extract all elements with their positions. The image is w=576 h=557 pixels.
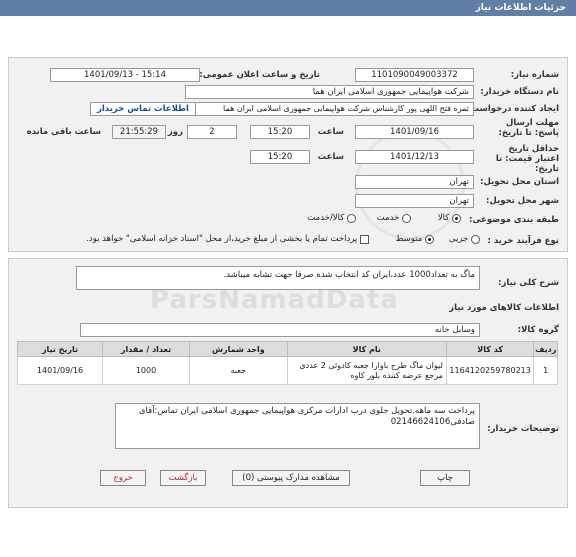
col-unit: واحد شمارش: [189, 341, 288, 357]
payment-option[interactable]: پرداخت تمام یا بخشی از مبلغ خرید،از محل …: [86, 234, 369, 245]
announce-datetime-field: 1401/09/13 - 15:14: [50, 68, 200, 82]
category-goods-service-label: کالا/خدمت: [307, 213, 345, 223]
category-goods-service-radio[interactable]: [347, 213, 356, 223]
deadline-date-field: 1401/09/16: [355, 125, 474, 139]
validity-time-field: 15:20: [250, 150, 310, 164]
exit-button[interactable]: خروج: [100, 470, 146, 486]
category-option-goods[interactable]: کالا: [438, 213, 461, 224]
days-remaining-field: 2: [187, 125, 237, 139]
category-goods-radio[interactable]: [452, 213, 461, 223]
goods-table-wrapper: ردیف کد کالا نام کالا واحد شمارش تعداد /…: [17, 341, 558, 385]
city-label: شهر محل تحویل:: [486, 196, 559, 206]
category-option-service[interactable]: خدمت: [377, 213, 411, 224]
process-option-medium[interactable]: متوسط: [396, 234, 434, 245]
deadline-time-word: ساعت: [317, 127, 344, 137]
print-button[interactable]: چاپ: [420, 470, 470, 486]
goods-table: ردیف کد کالا نام کالا واحد شمارش تعداد /…: [17, 341, 558, 385]
buyer-contact-link[interactable]: اطلاعات تماس خریدار: [90, 102, 196, 116]
col-name: نام کالا: [286, 341, 447, 357]
category-service-label: خدمت: [376, 213, 400, 223]
col-row: ردیف: [533, 341, 558, 357]
remaining-time-label: ساعت باقی مانده: [26, 127, 101, 137]
process-minor-label: جزیی: [448, 234, 469, 244]
validity-label: حداقل تاریخ اعتبار قیمت: تا تاریخ:: [495, 144, 559, 174]
cell-unit: جعبه: [189, 356, 288, 385]
cell-name: لیوان ماگ طرح باوارا جعبه کادوئی 2 عددی …: [286, 356, 447, 385]
remaining-time-field: 21:55:29: [112, 125, 166, 139]
col-qty: تعداد / مقدار: [101, 341, 191, 357]
process-option-minor[interactable]: جزیی: [449, 234, 480, 245]
process-medium-radio[interactable]: [425, 234, 434, 244]
cell-code: 1164120259780213: [445, 356, 535, 385]
need-number-field: 1101090049003372: [355, 68, 474, 82]
requester-field: ثمره فتح اللهی پور کارشناس شرکت هواپیمای…: [185, 102, 474, 116]
province-label: استان محل تحویل:: [480, 177, 559, 187]
buyer-notes-field: پرداخت سه ماهه.تحویل جلوی درب ادارات مرک…: [115, 403, 480, 449]
need-number-label: شماره نیاز:: [510, 70, 559, 80]
process-label: نوع فرآیند خرید :: [487, 236, 559, 246]
buyer-org-field: شرکت هواپیمایی جمهوری اسلامی ایران هما: [185, 85, 474, 99]
col-code: کد کالا: [445, 341, 535, 357]
payment-checkbox[interactable]: [360, 234, 369, 244]
validity-time-word: ساعت: [317, 152, 344, 162]
cell-date: 1401/09/16: [17, 356, 103, 385]
goods-table-header: ردیف کد کالا نام کالا واحد شمارش تعداد /…: [17, 341, 558, 357]
goods-section-title: اطلاعات کالاهای مورد نیاز: [449, 303, 559, 313]
goods-group-field: وسایل خانه: [80, 323, 480, 337]
category-service-radio[interactable]: [402, 213, 411, 223]
category-label: طبقه بندی موضوعی:: [469, 215, 559, 225]
attachments-button[interactable]: مشاهده مدارک پیوستی (0): [232, 470, 350, 486]
city-field: تهران: [355, 194, 474, 208]
buyer-notes-label: توضیحات خریدار:: [487, 424, 559, 434]
announce-label: تاریخ و ساعت اعلان عمومی:: [199, 70, 320, 80]
requester-label: ایجاد کننده درخواست:: [467, 104, 559, 114]
cell-qty: 1000: [101, 356, 191, 385]
payment-note: پرداخت تمام یا بخشی از مبلغ خرید،از محل …: [86, 234, 358, 244]
watermark-text: ParsNamadData: [150, 285, 399, 315]
province-field: تهران: [355, 175, 474, 189]
deadline-label: مهلت ارسال پاسخ: تا تاریخ:: [498, 118, 559, 138]
buyer-org-label: نام دستگاه خریدار:: [480, 87, 559, 97]
col-date: تاریخ نیاز: [17, 341, 103, 357]
summary-label: شرح کلی نیاز:: [498, 278, 559, 288]
deadline-time-field: 15:20: [250, 125, 310, 139]
goods-group-label: گروه کالا:: [517, 325, 559, 335]
table-row: 1 1164120259780213 لیوان ماگ طرح باوارا …: [17, 356, 558, 385]
page-title: جزئیات اطلاعات نیاز: [0, 0, 576, 16]
back-button[interactable]: بازگشت: [160, 470, 206, 486]
cell-row: 1: [533, 356, 558, 385]
validity-date-field: 1401/12/13: [355, 150, 474, 164]
process-medium-label: متوسط: [395, 234, 423, 244]
process-minor-radio[interactable]: [471, 234, 480, 244]
category-goods-label: کالا: [437, 213, 450, 223]
category-option-goods-service[interactable]: کالا/خدمت: [307, 213, 356, 224]
